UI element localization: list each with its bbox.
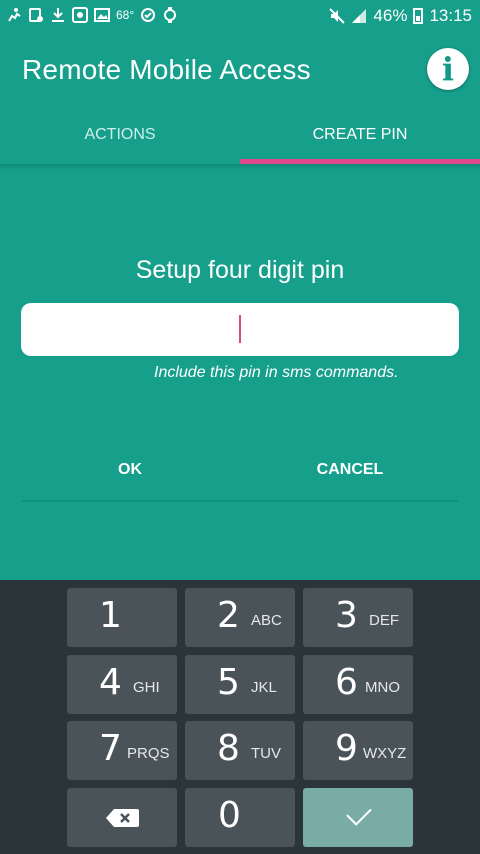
mute-icon — [329, 8, 346, 24]
pin-hint: Include this pin in sms commands. — [154, 364, 399, 381]
numeric-keyboard: 1 2 ABC 3 DEF 4 GHI 5 JKL 6 MNO 7 PRQS 8… — [0, 580, 480, 854]
key-digit: 6 — [335, 662, 358, 703]
backspace-icon — [106, 809, 139, 827]
watch-icon — [164, 7, 177, 23]
tab-shadow — [0, 164, 480, 170]
key-0[interactable]: 0 — [185, 788, 295, 847]
key-letters: TUV — [251, 745, 281, 762]
download-icon — [52, 8, 64, 22]
tab-actions[interactable]: ACTIONS — [0, 106, 240, 164]
clock: 13:15 — [429, 6, 472, 25]
check-icon — [346, 800, 372, 826]
image-icon — [94, 8, 110, 22]
key-letters: GHI — [133, 679, 160, 696]
key-digit: 4 — [99, 662, 122, 703]
key-digit: 2 — [217, 595, 240, 636]
key-enter[interactable] — [303, 788, 413, 847]
key-letters: PRQS — [127, 745, 170, 762]
key-5[interactable]: 5 JKL — [185, 655, 295, 714]
check-circle-icon — [141, 8, 156, 22]
key-4[interactable]: 4 GHI — [67, 655, 177, 714]
key-backspace[interactable] — [67, 788, 177, 847]
key-3[interactable]: 3 DEF — [303, 588, 413, 647]
text-cursor — [239, 315, 241, 343]
battery-icon — [413, 8, 424, 24]
key-9[interactable]: 9 WXYZ — [303, 721, 413, 780]
key-digit: 3 — [335, 595, 358, 636]
info-icon: i — [441, 50, 455, 88]
info-button[interactable]: i — [427, 48, 469, 90]
key-7[interactable]: 7 PRQS — [67, 721, 177, 780]
status-bar: 68° 46% 13:15 — [0, 0, 480, 34]
key-digit: 5 — [217, 662, 240, 703]
security-icon — [72, 7, 88, 23]
cancel-button[interactable]: CANCEL — [300, 452, 400, 488]
temperature-text: 68° — [116, 8, 135, 22]
battery-percent: 46% — [373, 6, 408, 25]
tab-create-pin[interactable]: CREATE PIN — [240, 106, 480, 164]
system-icons: 46% 13:15 — [329, 6, 472, 26]
key-letters: MNO — [365, 679, 400, 696]
key-digit: 9 — [335, 728, 358, 769]
notification-icons: 68° — [6, 7, 178, 23]
key-digit: 8 — [217, 728, 240, 769]
key-1[interactable]: 1 — [67, 588, 177, 647]
key-6[interactable]: 6 MNO — [303, 655, 413, 714]
app-bar: Remote Mobile Access i — [0, 34, 480, 106]
key-2[interactable]: 2 ABC — [185, 588, 295, 647]
running-icon — [8, 8, 21, 22]
rotate-icon — [29, 8, 43, 22]
signal-icon — [352, 9, 367, 23]
key-letters: JKL — [251, 679, 277, 696]
tab-bar: ACTIONS CREATE PIN — [0, 106, 480, 164]
key-letters: DEF — [369, 612, 399, 629]
app-title: Remote Mobile Access — [22, 54, 311, 85]
key-letters: WXYZ — [363, 745, 407, 762]
key-digit: 1 — [99, 595, 122, 636]
pin-dialog-title: Setup four digit pin — [135, 256, 345, 284]
key-digit: 7 — [99, 728, 122, 769]
ok-button[interactable]: OK — [90, 452, 170, 488]
key-letters: ABC — [251, 612, 282, 629]
key-digit: 0 — [218, 795, 241, 836]
dialog-divider — [22, 500, 458, 502]
key-8[interactable]: 8 TUV — [185, 721, 295, 780]
